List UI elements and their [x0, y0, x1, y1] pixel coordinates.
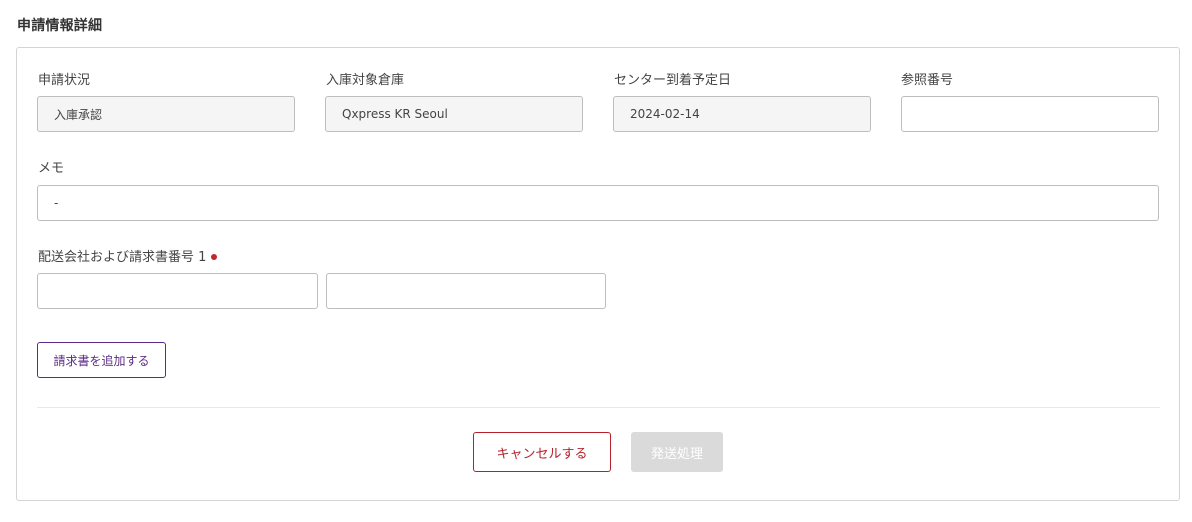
add-invoice-button[interactable]: 請求書を追加する: [37, 342, 166, 378]
arrival-date-field: 2024-02-14: [613, 96, 871, 132]
memo-field[interactable]: -: [37, 185, 1159, 221]
invoice-number-input[interactable]: [326, 273, 606, 309]
ship-button[interactable]: 発送処理: [631, 432, 723, 472]
required-indicator-icon: [211, 253, 218, 260]
application-detail-panel: 申請状況 入庫対象倉庫 センター到着予定日 参照番号 入庫承認 Qxpress …: [16, 47, 1180, 501]
carrier-invoice-label-text: 配送会社および請求書番号 1: [38, 250, 207, 265]
carrier-invoice-label: 配送会社および請求書番号 1: [38, 246, 218, 265]
divider: [37, 407, 1160, 408]
cancel-button[interactable]: キャンセルする: [473, 432, 611, 472]
status-field: 入庫承認: [37, 96, 295, 132]
status-label: 申請状況: [38, 73, 91, 88]
page-title: 申請情報詳細: [17, 18, 103, 34]
warehouse-field: Qxpress KR Seoul: [325, 96, 583, 132]
reference-number-label: 参照番号: [901, 73, 954, 88]
memo-label: メモ: [38, 161, 65, 176]
warehouse-label: 入庫対象倉庫: [326, 73, 405, 88]
arrival-date-label: センター到着予定日: [614, 73, 732, 88]
reference-number-input[interactable]: [901, 96, 1159, 132]
carrier-input[interactable]: [37, 273, 318, 309]
